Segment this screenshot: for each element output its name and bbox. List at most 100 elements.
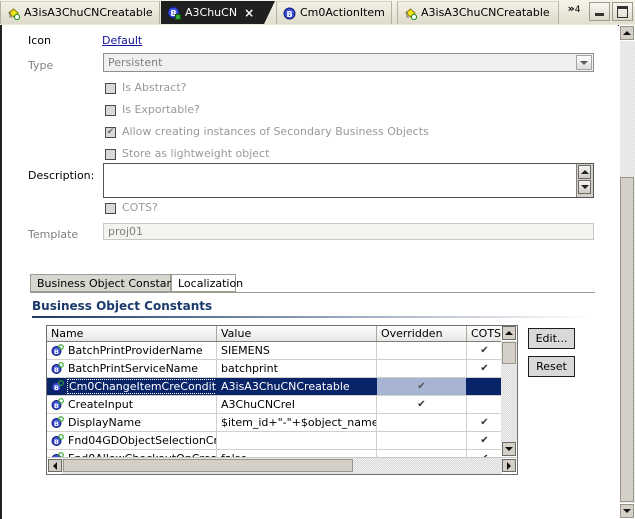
cell-value: $item_id+"-"+$object_name	[217, 414, 377, 431]
cell-name-text: Fnd04GDObjectSelectionCri...	[68, 434, 217, 447]
scrollbar-thumb[interactable]	[502, 342, 516, 364]
tab-overflow-indicator[interactable]: »4	[562, 2, 586, 22]
column-header-name[interactable]: Name	[47, 326, 217, 341]
scroll-right-icon[interactable]	[502, 459, 516, 472]
checkbox-box[interactable]	[105, 202, 116, 214]
scroll-down-icon[interactable]	[502, 442, 516, 456]
table-row[interactable]: B BatchPrintProviderName SIEMENS ✔	[47, 342, 517, 360]
cell-value: batchprint	[217, 360, 377, 377]
tab-localization[interactable]: Localization	[171, 274, 243, 292]
scroll-down-icon[interactable]	[578, 180, 591, 194]
blue-b-plain-icon: B	[283, 7, 296, 20]
editor-vertical-scrollbar[interactable]	[619, 25, 635, 519]
cell-overridden	[377, 342, 467, 359]
business-object-icon: B	[51, 380, 64, 393]
checkbox-store-as-lightweight[interactable]: Store as lightweight object	[105, 147, 269, 161]
cell-name: B DisplayName	[47, 414, 217, 431]
business-object-icon: B	[51, 344, 64, 357]
scroll-up-icon[interactable]	[578, 165, 591, 179]
maximize-button[interactable]	[612, 2, 633, 21]
cell-value	[217, 432, 377, 449]
business-object-icon: B	[51, 398, 64, 411]
cell-name-text: CreateInput	[68, 398, 134, 411]
checkbox-label: Is Exportable?	[122, 103, 200, 116]
blue-b-icon: B	[167, 6, 181, 20]
table-row[interactable]: B DisplayName $item_id+"-"+$object_name …	[47, 414, 517, 432]
table-row[interactable]: B Fnd04GDObjectSelectionCri... ✔	[47, 432, 517, 450]
svg-text:B: B	[54, 384, 59, 392]
editor-tab-label: A3ChuCN	[185, 5, 238, 19]
editor-tab-a3isa3chucncreatable-1[interactable]: A3isA3ChuCNCreatable	[0, 1, 160, 24]
cell-name-text: BatchPrintServiceName	[68, 362, 199, 375]
checkbox-is-exportable[interactable]: Is Exportable?	[105, 103, 200, 117]
table-horizontal-scrollbar[interactable]	[47, 457, 517, 474]
template-field[interactable]: proj01	[103, 223, 594, 240]
check-icon: ✔	[480, 434, 489, 446]
icon-default-link[interactable]: Default	[102, 34, 142, 48]
table-header-row: Name Value Overridden COTS	[47, 326, 517, 342]
editor-tab-label: Cm0ActionItem	[300, 6, 385, 19]
checkbox-label: Is Abstract?	[122, 81, 187, 94]
minimize-button[interactable]	[589, 2, 610, 21]
description-textarea[interactable]	[103, 163, 594, 198]
minimize-icon	[595, 12, 604, 16]
cell-cots	[467, 396, 503, 413]
svg-text:B: B	[54, 420, 59, 428]
column-header-overridden[interactable]: Overridden	[377, 326, 467, 341]
checkbox-is-abstract[interactable]: Is Abstract?	[105, 81, 187, 95]
checkbox-box[interactable]	[105, 82, 116, 94]
checkbox-label: COTS?	[122, 201, 158, 214]
svg-text:B: B	[286, 10, 292, 19]
column-header-value[interactable]: Value	[217, 326, 377, 341]
cell-cots: ✔	[467, 342, 503, 359]
tab-business-object-constants[interactable]: Business Object Constants	[30, 274, 184, 292]
check-icon: ✔	[480, 416, 489, 428]
checkbox-box[interactable]	[105, 148, 116, 160]
business-object-icon: B	[51, 434, 64, 447]
type-combobox-value: Persistent	[108, 56, 163, 69]
close-icon[interactable]: ×	[244, 7, 254, 19]
reset-button[interactable]: Reset	[528, 356, 575, 377]
scrollbar-thumb[interactable]	[620, 177, 634, 502]
check-icon: ✔	[106, 126, 115, 137]
table-row[interactable]: B Fnd0AllowCheckoutOnCreate false ✔	[47, 450, 517, 457]
cell-overridden	[377, 360, 467, 377]
chevron-down-icon[interactable]	[576, 55, 592, 70]
table-row[interactable]: B CreateInput A3ChuCNCreI ✔	[47, 396, 517, 414]
type-combobox[interactable]: Persistent	[103, 53, 594, 72]
column-header-cots[interactable]: COTS	[467, 326, 503, 341]
cell-overridden	[377, 432, 467, 449]
section-heading-rule	[32, 316, 592, 318]
cell-cots: ✔	[467, 414, 503, 431]
maximize-icon	[617, 5, 628, 18]
table-body: B BatchPrintProviderName SIEMENS ✔ B Bat…	[47, 342, 517, 457]
section-tab-bar: Business Object Constants Localization	[30, 274, 595, 293]
scroll-up-icon[interactable]	[502, 326, 516, 340]
editor-tab-label: A3isA3ChuCNCreatable	[421, 6, 550, 19]
description-scrollbar[interactable]	[576, 164, 593, 197]
table-vertical-scrollbar[interactable]	[501, 326, 517, 457]
editor-tab-a3chucn-active[interactable]: B A3ChuCN ×	[161, 1, 275, 24]
cell-name-text: Cm0ChangeItemCreCondition	[67, 379, 216, 394]
table-row-selected[interactable]: B Cm0ChangeItemCreCondition A3isA3ChuCNC…	[47, 378, 517, 396]
editor-tab-cm0actionitem[interactable]: B Cm0ActionItem	[276, 1, 392, 24]
yellow-diamond-icon	[404, 7, 418, 20]
editor-form-body: Icon Default Type Persistent Is Abstract…	[0, 25, 618, 519]
editor-tab-a3isa3chucncreatable-2[interactable]: A3isA3ChuCNCreatable	[397, 1, 559, 24]
checkbox-cots[interactable]: COTS?	[105, 201, 158, 215]
checkbox-box[interactable]: ✔	[105, 126, 116, 138]
check-icon: ✔	[417, 380, 426, 392]
table-row[interactable]: B BatchPrintServiceName batchprint ✔	[47, 360, 517, 378]
cell-name: B Fnd04GDObjectSelectionCri...	[47, 432, 217, 449]
cell-overridden	[377, 450, 467, 457]
checkbox-box[interactable]	[105, 104, 116, 116]
business-object-constants-table[interactable]: Name Value Overridden COTS B BatchPrintP…	[46, 325, 518, 475]
scroll-down-icon[interactable]	[620, 504, 634, 518]
scroll-up-icon[interactable]	[620, 26, 634, 40]
cell-name: B Fnd0AllowCheckoutOnCreate	[47, 450, 217, 457]
scroll-left-icon[interactable]	[48, 459, 62, 472]
business-object-icon: B	[51, 416, 64, 429]
edit-button[interactable]: Edit...	[528, 328, 575, 349]
checkbox-allow-creating-secondary-bo[interactable]: ✔ Allow creating instances of Secondary …	[105, 125, 429, 139]
scrollbar-thumb[interactable]	[63, 459, 353, 472]
